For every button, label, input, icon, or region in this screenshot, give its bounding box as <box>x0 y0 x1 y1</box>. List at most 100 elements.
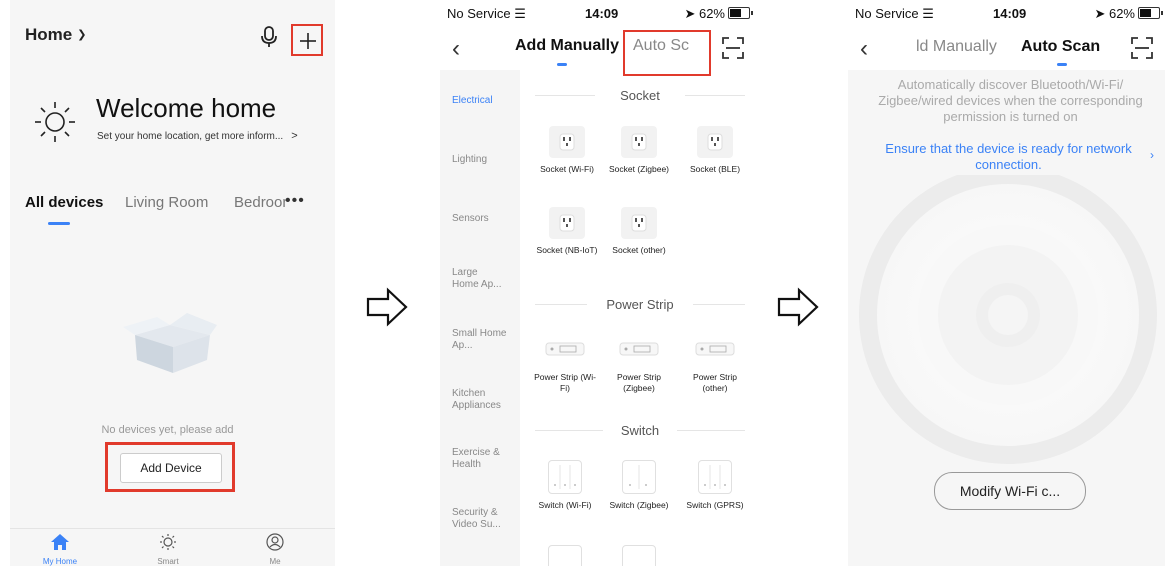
location-icon: ➤ <box>1094 6 1106 21</box>
device-switch-zigbee[interactable]: Switch (Zigbee) <box>604 460 674 511</box>
battery-icon <box>728 7 753 19</box>
welcome-title: Welcome home <box>96 93 277 123</box>
device-switch-gprs[interactable]: Switch (GPRS) <box>680 460 750 511</box>
bottom-nav: My Home Smart Me <box>10 528 335 566</box>
power-strip-icon <box>619 338 659 360</box>
category-sensors[interactable]: Sensors <box>452 213 520 225</box>
home-location-text: Set your home location, get more inform.… <box>97 131 284 142</box>
carrier-text: No Service <box>447 6 511 21</box>
switch-icon <box>548 545 582 566</box>
back-icon[interactable]: ‹ <box>860 35 868 63</box>
wifi-icon: ☰ <box>922 6 934 21</box>
tab-add-manually[interactable]: Add Manually <box>515 37 619 55</box>
tab-indicator <box>557 63 567 66</box>
location-icon: ➤ <box>684 6 696 21</box>
tab-living-room[interactable]: Living Room <box>125 194 208 211</box>
back-icon[interactable]: ‹ <box>452 35 460 63</box>
device-socket-zigbee[interactable]: Socket (Zigbee) <box>604 126 674 175</box>
switch-icon <box>548 460 582 494</box>
tab-add-manually[interactable]: ld Manually <box>916 38 997 56</box>
home-selector[interactable]: Home ❯ <box>25 25 86 45</box>
add-device-manual-screen: No Service ☰ 14:09 ➤ 62% ‹ Add Manually … <box>440 0 760 566</box>
section-title-text: Power Strip <box>606 297 674 312</box>
network-ready-link[interactable]: Ensure that the device is ready for netw… <box>866 141 1151 173</box>
device-power-strip-wifi[interactable]: Power Strip (Wi-Fi) <box>530 338 600 394</box>
tab-auto-scan[interactable]: Auto Scan <box>1021 38 1100 56</box>
status-bar: No Service ☰ 14:09 ➤ 62% <box>848 0 1165 28</box>
nav-label: My Home <box>42 557 78 566</box>
flow-arrow-icon <box>366 287 408 332</box>
nav-smart[interactable]: Smart <box>133 533 203 566</box>
tab-all-devices[interactable]: All devices <box>25 194 103 211</box>
section-title-text: Switch <box>620 423 660 438</box>
tab-indicator <box>48 222 70 225</box>
device-label: Socket (BLE) <box>689 164 741 174</box>
device-socket-ble[interactable]: Socket (BLE) <box>680 126 750 175</box>
device-switch-partial[interactable] <box>530 545 600 566</box>
home-screen: Home ❯ Welcome home Set your home locatio… <box>10 0 335 566</box>
section-title-socket: Socket <box>535 88 745 103</box>
home-location-link[interactable]: Set your home location, get more inform.… <box>97 130 298 142</box>
device-socket-nb-iot[interactable]: Socket (NB-IoT) <box>532 207 602 256</box>
tab-indicator <box>1057 63 1067 66</box>
section-title-switch: Switch <box>535 423 745 438</box>
empty-state-message: No devices yet, please add <box>101 424 234 436</box>
chevron-right-icon: › <box>1150 148 1154 162</box>
battery-percent: 62% <box>1108 6 1135 21</box>
device-label: Switch (Wi-Fi) <box>538 500 592 510</box>
power-strip-icon <box>695 338 735 360</box>
device-power-strip-zigbee[interactable]: Power Strip (Zigbee) <box>604 338 674 394</box>
category-security-video[interactable]: Security & Video Su... <box>452 507 507 531</box>
home-selector-label: Home <box>25 25 73 44</box>
wifi-icon: ☰ <box>514 6 526 21</box>
device-switch-wifi[interactable]: Switch (Wi-Fi) <box>530 460 600 511</box>
nav-my-home[interactable]: My Home <box>25 533 95 566</box>
device-socket-wifi[interactable]: Socket (Wi-Fi) <box>532 126 602 175</box>
carrier-text: No Service <box>855 6 919 21</box>
flow-arrow-icon <box>777 287 819 332</box>
device-switch-partial[interactable] <box>604 545 674 566</box>
auto-scan-highlight: Auto Sc <box>623 30 711 76</box>
device-label: Socket (NB-IoT) <box>536 245 598 255</box>
user-icon <box>266 533 284 551</box>
tab-auto-scan[interactable]: Auto Sc <box>633 37 689 55</box>
empty-box-illustration <box>115 305 225 380</box>
socket-icon <box>621 126 657 158</box>
scan-icon[interactable] <box>1131 37 1153 64</box>
nav-label: Me <box>269 557 281 566</box>
add-device-highlight: Add Device <box>105 442 235 492</box>
socket-icon <box>621 207 657 239</box>
category-electrical[interactable]: Electrical <box>452 95 520 107</box>
tab-bedroom[interactable]: Bedroom <box>234 194 286 211</box>
category-small-home-appliances[interactable]: Small Home Ap... <box>452 328 507 352</box>
battery-status: ➤ 62% <box>1094 6 1163 22</box>
category-sidebar: Electrical Lighting Sensors Large Home A… <box>440 70 520 566</box>
modify-wifi-button[interactable]: Modify Wi-Fi c... <box>934 472 1086 510</box>
home-icon <box>51 534 69 550</box>
device-label: Socket (Wi-Fi) <box>540 164 594 174</box>
plus-icon <box>300 33 316 49</box>
status-bar: No Service ☰ 14:09 ➤ 62% <box>440 6 760 22</box>
socket-icon <box>549 126 585 158</box>
carrier-label: No Service ☰ <box>855 6 934 22</box>
section-title-power-strip: Power Strip <box>535 297 745 312</box>
category-lighting[interactable]: Lighting <box>452 154 520 166</box>
category-kitchen-appliances[interactable]: Kitchen Appliances <box>452 388 507 412</box>
add-button[interactable] <box>291 24 323 56</box>
clock: 14:09 <box>993 6 1027 21</box>
add-device-button[interactable]: Add Device <box>120 453 222 483</box>
sun-icon <box>33 100 77 149</box>
scan-icon[interactable] <box>722 37 744 64</box>
category-exercise-health[interactable]: Exercise & Health <box>452 447 502 471</box>
device-label: Power Strip (Wi-Fi) <box>534 372 596 393</box>
switch-icon <box>622 460 656 494</box>
clock: 14:09 <box>585 6 619 21</box>
category-large-home-appliances[interactable]: Large Home Ap... <box>452 267 507 291</box>
microphone-icon[interactable] <box>260 26 278 53</box>
device-power-strip-other[interactable]: Power Strip (other) <box>680 338 750 394</box>
more-icon[interactable]: ••• <box>285 192 305 210</box>
switch-icon <box>622 545 656 566</box>
switch-icon <box>698 460 732 494</box>
device-socket-other[interactable]: Socket (other) <box>604 207 674 256</box>
nav-me[interactable]: Me <box>240 533 310 566</box>
